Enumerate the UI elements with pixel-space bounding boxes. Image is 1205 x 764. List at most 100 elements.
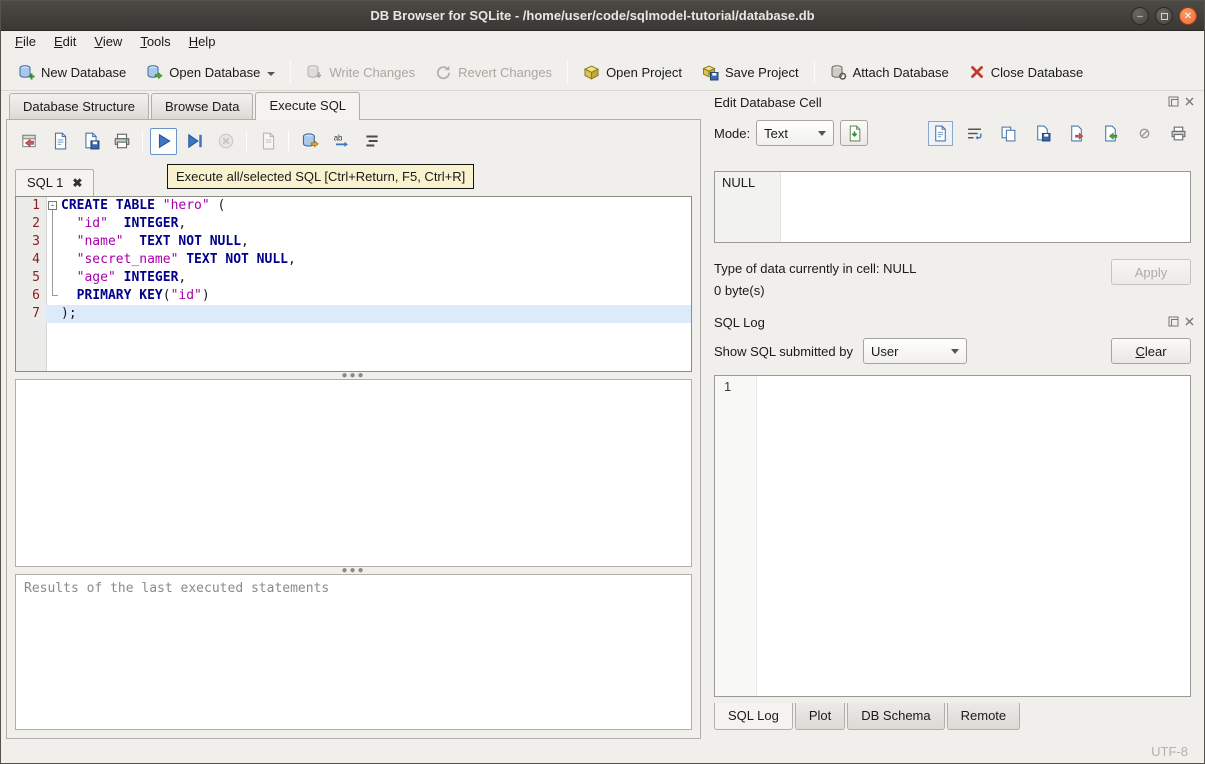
right-panel: Edit Database Cell Mode: Text NULL Type …	[706, 91, 1201, 741]
cell-editor[interactable]: NULL	[714, 171, 1191, 243]
maximize-icon	[1160, 12, 1168, 20]
sql-log-view[interactable]: 1	[714, 375, 1191, 697]
printer-icon	[114, 133, 129, 149]
minimize-button[interactable]: –	[1131, 7, 1149, 25]
open-sql-file-button[interactable]	[46, 128, 73, 155]
close-database-button[interactable]: Close Database	[959, 59, 1094, 85]
tab-browse-data[interactable]: Browse Data	[151, 93, 254, 119]
mode-label: Mode:	[714, 125, 751, 141]
chevron-down-icon	[950, 348, 959, 354]
results-grid[interactable]	[15, 379, 692, 567]
text-mode-button[interactable]	[928, 120, 953, 146]
code-line[interactable]: 7);	[16, 305, 691, 323]
sql-editor-toolbar: ab	[7, 120, 700, 162]
mode-select[interactable]: Text	[756, 120, 835, 146]
tab-database-structure[interactable]: Database Structure	[9, 93, 150, 119]
code-line[interactable]: 3 "name" TEXT NOT NULL,	[16, 233, 691, 251]
tab-plot[interactable]: Plot	[794, 703, 846, 730]
editcell-float-button[interactable]	[1167, 95, 1180, 108]
printer-icon	[1171, 126, 1186, 140]
log-filter-select[interactable]: User	[862, 338, 967, 364]
close-database-label: Close Database	[990, 64, 1084, 80]
close-tab-icon[interactable]: ✖	[72, 177, 82, 189]
attach-database-button[interactable]: Attach Database	[820, 59, 959, 86]
apply-button[interactable]: Apply	[1111, 259, 1191, 285]
sql-tab[interactable]: SQL 1 ✖	[15, 169, 95, 196]
clear-log-button[interactable]: Clear	[1111, 338, 1191, 364]
menu-tools[interactable]: Tools	[131, 31, 179, 54]
new-database-button[interactable]: New Database	[8, 59, 136, 86]
sqllog-close-button[interactable]	[1183, 315, 1196, 328]
fold-margin	[46, 233, 61, 251]
toolbar-separator	[246, 131, 247, 151]
toolbar-separator	[290, 60, 292, 84]
apply-label: Apply	[1134, 264, 1168, 280]
close-button[interactable]: ✕	[1179, 7, 1197, 25]
save-cell-icon	[1037, 125, 1051, 141]
code-line[interactable]: 1- CREATE TABLE "hero" (	[16, 197, 691, 215]
code-line[interactable]: 2 "id" INTEGER,	[16, 215, 691, 233]
save-results-view-button[interactable]	[296, 128, 323, 155]
open-project-icon	[583, 64, 600, 80]
import-cell-button[interactable]	[1098, 121, 1123, 146]
toolbar-separator	[142, 131, 143, 151]
tab-db-schema[interactable]: DB Schema	[847, 703, 945, 730]
open-database-button[interactable]: Open Database	[136, 59, 285, 86]
copy-cell-button[interactable]	[996, 121, 1021, 146]
fold-margin	[46, 215, 61, 233]
open-project-button[interactable]: Open Project	[573, 59, 692, 86]
tab-execute-sql[interactable]: Execute SQL	[255, 92, 361, 120]
sql-editor[interactable]: 1- CREATE TABLE "hero" (2 "id" INTEGER, 3 …	[15, 196, 692, 372]
menu-edit[interactable]: Edit	[45, 31, 85, 54]
editor-results-splitter[interactable]: ●●●	[7, 371, 700, 381]
export-cell-button[interactable]	[1064, 121, 1089, 146]
import-cell-data-button[interactable]	[840, 120, 869, 146]
find-replace-button[interactable]: ab	[327, 128, 354, 155]
editcell-close-button[interactable]	[1183, 95, 1196, 108]
write-changes-label: Write Changes	[329, 64, 416, 80]
grid-message-splitter[interactable]: ●●●	[7, 566, 700, 576]
close-icon	[1185, 317, 1194, 326]
tab-remote[interactable]: Remote	[946, 703, 1021, 730]
execute-all-button[interactable]	[150, 127, 177, 155]
revert-changes-button[interactable]: Revert Changes	[425, 59, 562, 86]
code-line[interactable]: 6 PRIMARY KEY("id")	[16, 287, 691, 305]
write-changes-button[interactable]: Write Changes	[296, 59, 425, 86]
new-tab-button[interactable]	[15, 128, 42, 155]
print-cell-button[interactable]	[1166, 121, 1191, 146]
save-sql-file-button[interactable]	[77, 128, 104, 155]
fold-marker-icon[interactable]: -	[46, 197, 61, 215]
export-results-button[interactable]	[254, 128, 281, 155]
database-export-icon	[302, 133, 319, 148]
word-wrap-button[interactable]	[962, 121, 987, 146]
maximize-button[interactable]	[1155, 7, 1173, 25]
menu-help[interactable]: Help	[180, 31, 225, 54]
menu-file[interactable]: File	[6, 31, 45, 54]
execute-current-line-button[interactable]	[181, 128, 208, 155]
set-null-button[interactable]	[1132, 121, 1157, 146]
text-doc-icon	[935, 125, 946, 141]
save-project-button[interactable]: Save Project	[692, 59, 809, 86]
fold-margin	[46, 305, 61, 323]
menu-view[interactable]: View	[85, 31, 131, 54]
results-message-panel[interactable]: Results of the last executed statements	[15, 574, 692, 730]
revert-changes-icon	[437, 65, 451, 79]
sqllog-float-button[interactable]	[1167, 315, 1180, 328]
cell-value: NULL	[722, 175, 756, 190]
clear-label: Clear	[1135, 343, 1167, 359]
open-database-icon	[147, 64, 163, 79]
stop-button[interactable]	[212, 128, 239, 155]
open-database-dropdown-icon[interactable]	[267, 72, 276, 76]
format-sql-button[interactable]	[358, 128, 385, 155]
import-data-icon	[849, 125, 860, 141]
print-sql-button[interactable]	[108, 128, 135, 155]
code-line[interactable]: 4 "secret_name" TEXT NOT NULL,	[16, 251, 691, 269]
code-line[interactable]: 5 "age" INTEGER,	[16, 269, 691, 287]
save-cell-button[interactable]	[1030, 121, 1055, 146]
tab-sql-log[interactable]: SQL Log	[714, 703, 793, 730]
export-doc-icon	[262, 132, 274, 150]
chevron-down-icon	[818, 130, 827, 136]
set-null-icon	[1139, 128, 1150, 138]
new-database-label: New Database	[41, 64, 127, 80]
main-toolbar: New Database Open Database Write Changes…	[1, 54, 1204, 91]
